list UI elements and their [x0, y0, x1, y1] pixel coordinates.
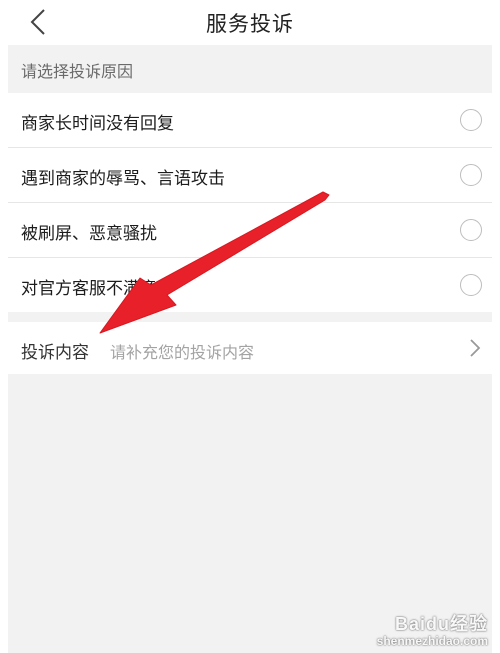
reason-option-no-reply[interactable]: 商家长时间没有回复	[8, 93, 492, 148]
radio-button[interactable]	[460, 164, 482, 186]
section-title: 请选择投诉原因	[21, 62, 134, 81]
reason-option-service-dissatisfied[interactable]: 对官方客服不满意	[8, 258, 492, 312]
nav-bar: 服务投诉	[8, 0, 492, 45]
reason-options-list: 商家长时间没有回复 遇到商家的辱骂、言语攻击 被刷屏、恶意骚扰 对官方客服不满意	[8, 93, 492, 312]
option-label: 遇到商家的辱骂、言语攻击	[21, 169, 225, 189]
page-title: 服务投诉	[206, 12, 294, 36]
watermark: Baidu经验 shenmezhidao.com	[377, 615, 488, 647]
option-label: 对官方客服不满意	[21, 279, 157, 299]
complaint-content-placeholder: 请补充您的投诉内容	[110, 343, 255, 362]
reason-option-harassment[interactable]: 被刷屏、恶意骚扰	[8, 203, 492, 258]
option-label: 被刷屏、恶意骚扰	[21, 224, 157, 244]
section-header: 请选择投诉原因	[8, 45, 492, 93]
radio-button[interactable]	[460, 274, 482, 296]
radio-button[interactable]	[460, 109, 482, 131]
chevron-right-icon	[470, 339, 481, 357]
watermark-brand: Baidu经验	[394, 614, 488, 634]
complaint-content-row[interactable]: 投诉内容 请补充您的投诉内容	[8, 322, 492, 374]
phone-screen: 服务投诉 请选择投诉原因 商家长时间没有回复 遇到商家的辱骂、言语攻击 被刷屏、…	[8, 0, 492, 653]
watermark-url: shenmezhidao.com	[376, 634, 488, 648]
radio-button[interactable]	[460, 219, 482, 241]
complaint-content-label: 投诉内容	[21, 343, 89, 363]
reason-option-abuse[interactable]: 遇到商家的辱骂、言语攻击	[8, 148, 492, 203]
option-label: 商家长时间没有回复	[21, 114, 174, 134]
